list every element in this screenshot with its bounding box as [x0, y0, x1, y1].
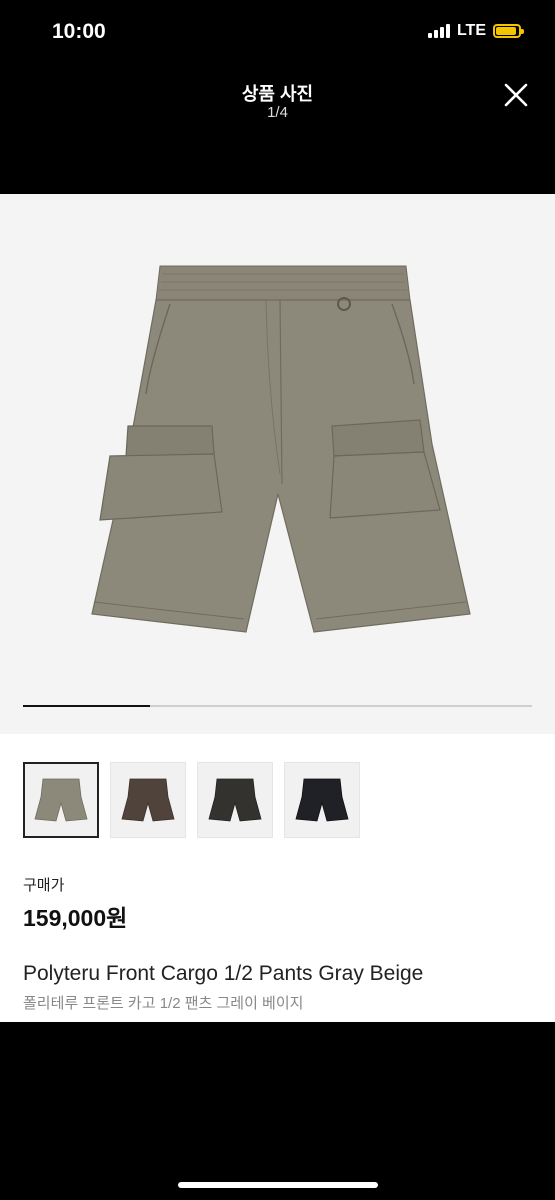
cell-signal-icon	[427, 24, 450, 38]
main-photo[interactable]	[0, 194, 555, 734]
product-name-en: Polyteru Front Cargo 1/2 Pants Gray Beig…	[23, 962, 424, 985]
close-icon	[504, 83, 528, 107]
product-name-ko: 폴리테루 프론트 카고 1/2 팬츠 그레이 베이지	[23, 995, 304, 1012]
thumbnail-3[interactable]	[197, 762, 273, 838]
gallery-progress-fill	[23, 705, 151, 707]
thumbnail-image	[34, 778, 88, 822]
close-button[interactable]	[501, 80, 531, 110]
battery-icon	[493, 24, 524, 38]
network-type: LTE	[456, 22, 486, 39]
page-title: 상품 사진	[241, 84, 314, 104]
gallery-progress-track	[23, 705, 532, 707]
home-indicator[interactable]	[178, 1182, 378, 1188]
thumbnail-1[interactable]	[23, 762, 99, 838]
thumbnail-strip	[23, 762, 360, 838]
thumbnail-image	[295, 778, 349, 822]
status-time: 10:00	[52, 20, 106, 43]
product-content: 구매가 159,000원 Polyteru Front Cargo 1/2 Pa…	[0, 194, 555, 1022]
photo-counter: 1/4	[267, 104, 288, 121]
thumbnail-image	[208, 778, 262, 822]
thumbnail-4[interactable]	[284, 762, 360, 838]
thumbnail-image	[121, 778, 175, 822]
status-bar: 10:00 LTE	[0, 0, 555, 64]
status-indicators: LTE	[427, 22, 524, 40]
price-value: 159,000원	[23, 905, 128, 931]
cargo-shorts-image	[91, 265, 471, 633]
photo-viewer-header: 상품 사진 1/4	[0, 64, 555, 194]
price-label: 구매가	[23, 877, 65, 894]
thumbnail-2[interactable]	[110, 762, 186, 838]
